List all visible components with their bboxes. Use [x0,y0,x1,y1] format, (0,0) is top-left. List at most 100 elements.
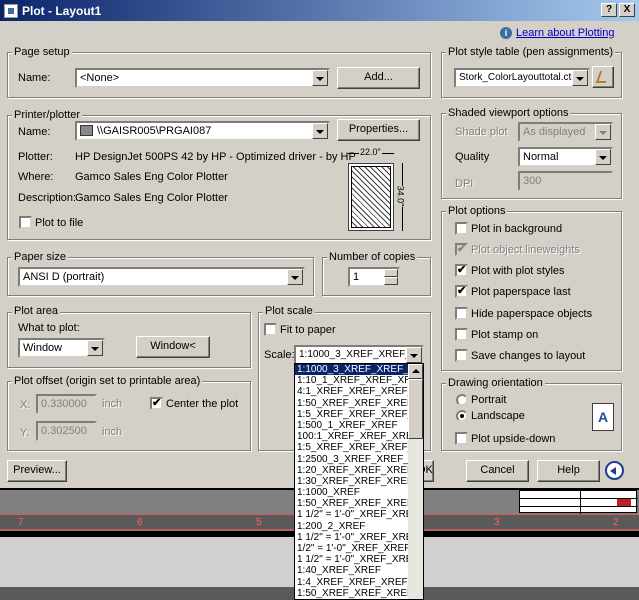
scale-option[interactable]: 1:2500_3_XREF_XREF_XRE [295,454,409,465]
paper-size-combo[interactable]: ANSI D (portrait) [18,267,305,287]
upside-down-checkbox[interactable] [455,432,468,445]
save-changes-label: Save changes to layout [471,350,586,362]
chevron-down-icon[interactable] [87,340,103,356]
quality-combo[interactable]: Normal [518,147,613,167]
chevron-down-icon[interactable] [406,347,422,363]
offset-x-field[interactable]: 0.330000 [36,394,97,414]
scale-option[interactable]: 1:30_XREF_XREF_XREF_XRE [295,476,409,487]
plotter-label: Plotter: [18,151,53,163]
paper-size-value: ANSI D (portrait) [23,271,105,283]
center-plot-label: Center the plot [166,398,239,410]
plot-offset-label: Plot offset (origin set to printable are… [12,375,203,387]
plot-style-combo[interactable]: Stork_ColorLayouttotal.ctb [454,68,590,88]
scale-option[interactable]: 1 1/2" = 1'-0"_XREF_XREF [295,554,409,565]
cancel-button[interactable]: Cancel [466,460,529,482]
scale-option[interactable]: 1:5_XREF_XREF_XREF_XRE [295,442,409,453]
learn-about-plotting-link[interactable]: Learn about Plotting [516,27,614,40]
scale-option[interactable]: 1:50_XREF_XREF_XREF_XF [295,398,409,409]
scale-option[interactable]: 1:40_XREF_XREF [295,565,409,576]
scroll-thumb[interactable] [408,379,423,439]
paperspace-last-checkbox[interactable]: ✔ [455,285,468,298]
paper-size-label: Paper size [12,251,68,263]
scale-option[interactable]: 1:20_XREF_XREF_XREF_XRE [295,465,409,476]
offset-y-label: Y: [20,427,30,439]
chevron-down-icon[interactable] [312,123,328,139]
center-plot-checkbox[interactable]: ✔ [150,397,163,410]
window-pick-button[interactable]: Window< [136,336,210,358]
plot-with-styles-checkbox[interactable]: ✔ [455,264,468,277]
scale-option[interactable]: 100:1_XREF_XREF_XREF_X [295,431,409,442]
offset-y-field[interactable]: 0.302500 [36,421,97,441]
plot-style-table-label: Plot style table (pen assignments) [446,46,616,58]
plot-style-value: Stork_ColorLayouttotal.ctb [459,72,577,83]
chevron-down-icon[interactable] [595,124,611,140]
scale-option[interactable]: 1:5_XREF_XREF_XREF_XRE [295,409,409,420]
scroll-up-icon[interactable] [408,364,423,379]
plot-stamp-checkbox[interactable] [455,328,468,341]
scale-option[interactable]: 1 1/2" = 1'-0"_XREF_XREF [295,509,409,520]
plot-lineweights-checkbox[interactable]: ✔ [455,243,468,256]
ruler-number: 6 [137,517,143,528]
collapse-options-button[interactable] [605,461,624,480]
scale-option[interactable]: 1/2" = 1'-0"_XREF_XREF_X [295,543,409,554]
dpi-field[interactable]: 300 [518,171,613,191]
scale-label: Scale: [264,349,295,361]
scale-option[interactable]: 1:50_XREF_XREF_XREF_XF [295,588,409,599]
plotter-value: HP DesignJet 500PS 42 by HP - Optimized … [75,151,356,163]
scale-option[interactable]: 1:1000_3_XREF_XREF_XR [295,364,409,376]
shaded-viewport-label: Shaded viewport options [446,107,571,119]
scale-dropdown-list[interactable]: 1:1000_3_XREF_XREF_XR 1:10_1_XREF_XREF_X… [294,363,424,600]
save-changes-checkbox[interactable] [455,349,468,362]
plot-to-file-checkbox[interactable] [19,216,32,229]
scale-option[interactable]: 1:500_1_XREF_XREF [295,420,409,431]
scale-option[interactable]: 1:1000_XREF [295,487,409,498]
printer-name-combo[interactable]: \\GAISR005\PRGAI087 [75,121,330,141]
scale-option[interactable]: 4:1_XREF_XREF_XREF_XR [295,386,409,397]
fit-to-paper-checkbox[interactable] [264,323,277,336]
chevron-down-icon[interactable] [312,70,328,86]
page-setup-label: Page setup [12,46,72,58]
portrait-radio[interactable] [456,394,468,406]
scale-list-scrollbar[interactable] [408,364,423,599]
paper-height-label: 34.0" [395,185,406,207]
page-setup-name-combo[interactable]: <None> [75,68,330,88]
scale-option[interactable]: 1:200_2_XREF [295,521,409,532]
what-to-plot-combo[interactable]: Window [18,338,105,358]
scale-option[interactable]: 1 1/2" = 1'-0"_XREF_XREF [295,532,409,543]
scale-option[interactable]: 1:10_1_XREF_XREF_XREF [295,375,409,386]
preview-button[interactable]: Preview... [7,460,67,482]
edit-plot-style-button[interactable] [592,66,614,88]
plot-to-file-label: Plot to file [35,217,84,229]
help-button[interactable]: Help [537,460,600,482]
orientation-preview-icon: A [592,403,614,431]
info-icon: i [500,27,512,39]
close-button[interactable]: X [619,3,635,17]
page-setup-name-label: Name: [18,72,51,84]
offset-x-label: X: [20,399,31,411]
chevron-down-icon[interactable] [287,269,303,285]
scale-option[interactable]: 1:4_XREF_XREF_XREF_XRE [295,577,409,588]
plot-scale-label: Plot scale [263,305,315,317]
ruler-number: 7 [18,517,24,528]
landscape-label: Landscape [471,410,525,422]
landscape-radio[interactable] [456,410,468,422]
stepper-down-icon[interactable] [384,277,398,285]
copies-stepper[interactable]: 1 [348,267,400,287]
hide-paperspace-checkbox[interactable] [455,307,468,320]
add-page-setup-button[interactable]: Add... [337,67,420,89]
chevron-down-icon[interactable] [595,149,611,165]
scale-option[interactable]: 1:50_XREF_XREF_XREF_XF [295,498,409,509]
help-title-button[interactable]: ? [601,3,617,17]
plot-in-background-checkbox[interactable] [455,222,468,235]
properties-button[interactable]: Properties... [337,119,420,141]
shade-plot-combo[interactable]: As displayed [518,122,613,142]
plot-stamp-label: Plot stamp on [471,329,539,341]
where-label: Where: [18,171,54,183]
paper-preview: 22.0" 34.0" [334,147,426,235]
plot-options-label: Plot options [446,205,508,217]
hide-paperspace-label: Hide paperspace objects [471,308,593,320]
chevron-down-icon[interactable] [572,70,588,86]
pen-icon [595,71,611,83]
scale-combo[interactable]: 1:1000_3_XREF_XREF_XR [294,345,424,365]
stepper-up-icon[interactable] [384,269,398,277]
